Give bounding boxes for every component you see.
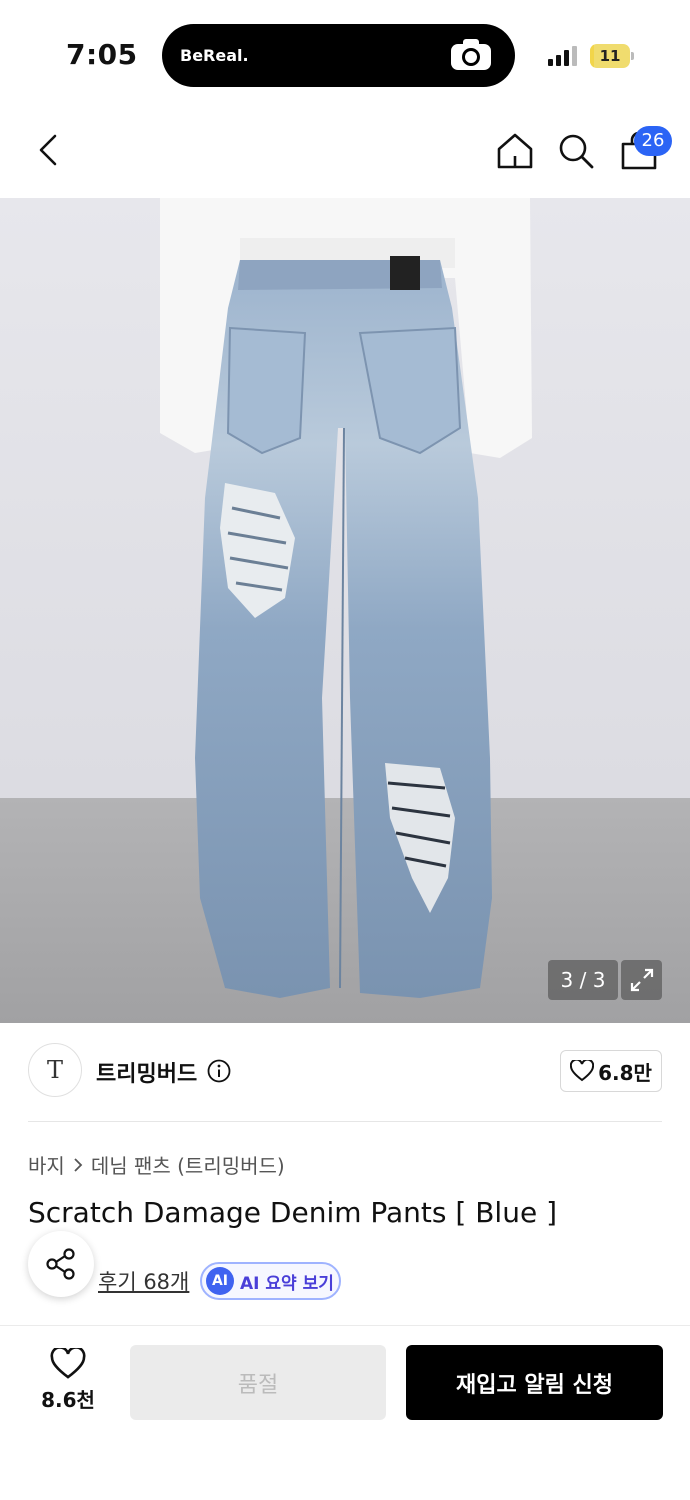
ai-badge: AI — [206, 1267, 234, 1295]
image-counter: 3 / 3 — [548, 960, 618, 1000]
status-bar: 7:05 BeReal. 11 — [0, 0, 690, 100]
denim-pants-photo — [0, 198, 690, 1023]
wishlist-count: 8.6천 — [41, 1388, 95, 1412]
share-button[interactable] — [28, 1231, 94, 1297]
restock-alert-button[interactable]: 재입고 알림 신청 — [406, 1345, 663, 1420]
home-button[interactable] — [494, 130, 536, 172]
chevron-right-icon — [74, 1157, 83, 1172]
brand-logo[interactable]: T — [28, 1043, 82, 1097]
product-image[interactable] — [0, 198, 690, 1023]
wishlist-button[interactable]: 8.6천 — [30, 1348, 106, 1418]
ai-summary-button[interactable]: AI AI 요약 보기 — [200, 1262, 341, 1300]
share-icon — [46, 1248, 75, 1280]
brand-like-count: 6.8만 — [598, 1060, 652, 1085]
info-icon[interactable] — [207, 1059, 231, 1083]
brand-logo-letter: T — [46, 1056, 63, 1084]
search-button[interactable] — [556, 130, 596, 172]
divider — [28, 1121, 662, 1122]
back-button[interactable] — [30, 130, 66, 170]
camera-icon — [451, 39, 491, 70]
brand-name[interactable]: 트리밍버드 — [96, 1056, 197, 1088]
brand-like-button[interactable]: 6.8만 — [560, 1050, 662, 1092]
divider — [0, 1325, 690, 1326]
soldout-button[interactable]: 품절 — [130, 1345, 386, 1420]
island-app-label: BeReal. — [180, 46, 249, 65]
cart-count-badge: 26 — [634, 126, 672, 156]
home-icon — [497, 133, 533, 169]
top-nav — [0, 100, 690, 198]
expand-button[interactable] — [621, 960, 662, 1000]
battery-indicator: 11 — [590, 44, 634, 68]
reviews-link[interactable]: 후기 68개 — [98, 1266, 189, 1296]
signal-icon — [548, 46, 577, 66]
ai-summary-label: AI 요약 보기 — [240, 1273, 334, 1294]
search-icon — [559, 134, 594, 169]
status-time: 7:05 — [66, 38, 138, 71]
breadcrumb-category[interactable]: 바지 — [28, 1150, 65, 1179]
product-title: Scratch Damage Denim Pants [ Blue ] — [28, 1196, 558, 1229]
back-icon — [39, 134, 57, 166]
heart-icon — [50, 1348, 86, 1379]
heart-icon — [570, 1060, 595, 1082]
dynamic-island[interactable]: BeReal. — [162, 24, 515, 87]
expand-icon — [630, 968, 653, 992]
battery-percent: 11 — [599, 47, 621, 65]
breadcrumb: 바지 데님 팬츠 (트리밍버드) — [28, 1150, 285, 1179]
breadcrumb-subcategory[interactable]: 데님 팬츠 (트리밍버드) — [91, 1150, 285, 1179]
